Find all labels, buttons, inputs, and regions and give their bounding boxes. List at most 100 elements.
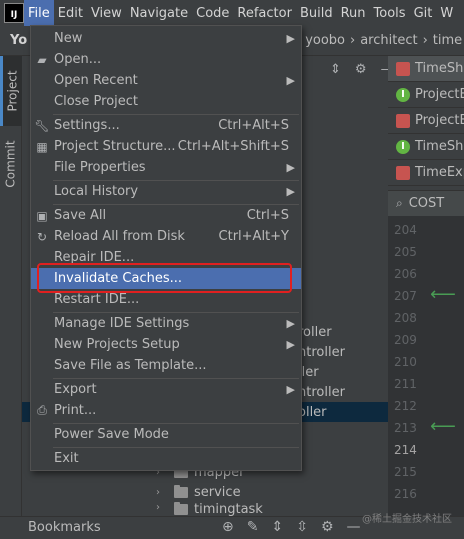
menu-item-new[interactable]: New ▶ <box>31 28 301 49</box>
menu-item-label: Project Structure... <box>54 139 176 154</box>
gear-icon[interactable]: ⚙ <box>355 62 367 77</box>
editor-tab[interactable]: I ProjectB <box>388 82 464 108</box>
annotation-highlight-box <box>37 263 292 293</box>
tree-item-service[interactable]: › service <box>156 482 356 502</box>
menu-view[interactable]: View <box>87 0 126 26</box>
folder-icon <box>174 484 188 498</box>
menu-item-save-all[interactable]: ▣ Save All Ctrl+S <box>31 205 301 226</box>
menu-item-new-projects-setup[interactable]: New Projects Setup ▶ <box>31 334 301 355</box>
menu-item-label: Save File as Template... <box>54 358 207 373</box>
implementation-arrow-icon[interactable]: ⟵ <box>430 418 456 436</box>
print-icon: ⎙ <box>37 403 47 417</box>
menu-item-reload-all[interactable]: ↻ Reload All from Disk Ctrl+Alt+Y <box>31 226 301 247</box>
project-structure-icon: ▦ <box>36 139 48 154</box>
folder-icon <box>174 502 188 515</box>
menu-item-manage-ide-settings[interactable]: Manage IDE Settings ▶ <box>31 313 301 334</box>
bookmarks-toolbar: ⊕ ✎ ⇕ ⇳ ⚙ — <box>222 519 361 535</box>
collapse-all-icon[interactable]: ⇕ <box>271 519 283 535</box>
intellij-logo-icon[interactable]: IJ <box>4 3 24 23</box>
menu-item-shortcut: Ctrl+Alt+Shift+S <box>177 139 289 154</box>
menu-item-power-save-mode[interactable]: Power Save Mode <box>31 424 301 445</box>
menu-item-label: Settings... <box>54 118 120 133</box>
menu-item-open-recent[interactable]: Open Recent ▶ <box>31 70 301 91</box>
menu-item-settings[interactable]: 🔧︎ Settings... Ctrl+Alt+S <box>31 115 301 136</box>
menu-tools[interactable]: Tools <box>370 0 410 26</box>
tree-item[interactable]: roller <box>298 322 388 342</box>
search-input[interactable] <box>408 196 461 211</box>
menu-item-label: Local History <box>54 184 139 199</box>
expand-icon[interactable]: ⇳ <box>296 519 308 535</box>
editor-tab[interactable]: TimeExp <box>388 160 464 186</box>
menu-item-local-history[interactable]: Local History ▶ <box>31 181 301 202</box>
menu-item-export[interactable]: Export ▶ <box>31 379 301 400</box>
menu-refactor[interactable]: Refactor <box>233 0 296 26</box>
menu-item-label: New <box>54 31 83 46</box>
edit-icon[interactable]: ✎ <box>247 519 259 535</box>
gear-icon[interactable]: ⚙ <box>321 519 334 535</box>
tool-tab-commit[interactable]: Commit <box>0 134 22 194</box>
tool-tab-commit-label: Commit <box>4 140 19 188</box>
breadcrumb-item[interactable]: architect <box>360 33 417 48</box>
tree-item[interactable]: ntroller <box>298 382 388 402</box>
bookmarks-label[interactable]: Bookmarks <box>28 520 101 535</box>
implementation-arrow-icon[interactable]: ⟵ <box>430 286 456 304</box>
menu-file[interactable]: File <box>24 0 54 26</box>
minimize-icon[interactable]: — <box>347 519 361 535</box>
tree-item-timingtask[interactable]: › timingtask <box>156 502 356 516</box>
line-number: 216 <box>394 487 417 501</box>
editor-tab-label: TimeExp <box>415 165 464 180</box>
breadcrumb-item[interactable]: yoobo <box>305 33 345 48</box>
menu-item-close-project[interactable]: Close Project <box>31 91 301 112</box>
menu-code[interactable]: Code <box>192 0 233 26</box>
menu-edit[interactable]: Edit <box>54 0 87 26</box>
chevron-right-icon[interactable]: › <box>156 487 168 498</box>
menu-item-project-structure[interactable]: ▦ Project Structure... Ctrl+Alt+Shift+S <box>31 136 301 157</box>
menu-item-print[interactable]: ⎙ Print... <box>31 400 301 421</box>
menu-item-exit[interactable]: Exit <box>31 448 301 469</box>
tool-tab-project[interactable]: Project <box>0 56 22 126</box>
editor-tab-label: ProjectB <box>415 113 464 128</box>
menu-run[interactable]: Run <box>337 0 370 26</box>
menu-item-label: Export <box>54 382 97 397</box>
menu-window[interactable]: W <box>436 0 457 26</box>
menu-item-file-properties[interactable]: File Properties ▶ <box>31 157 301 178</box>
line-number: 204 <box>394 223 417 237</box>
breadcrumb-separator-icon: › <box>422 33 428 48</box>
breadcrumb-item[interactable]: time <box>433 33 462 48</box>
menu-item-label: File Properties <box>54 160 146 175</box>
java-class-icon <box>396 113 410 128</box>
tree-item[interactable]: ntroller <box>298 342 388 362</box>
menu-build[interactable]: Build <box>296 0 337 26</box>
collapse-all-icon[interactable]: ⇕ <box>330 62 341 77</box>
line-number: 206 <box>394 267 417 281</box>
line-number: 213 <box>394 421 417 435</box>
menu-item-open[interactable]: ▰ Open... <box>31 49 301 70</box>
submenu-arrow-icon: ▶ <box>286 32 295 45</box>
file-menu-dropdown: New ▶ ▰ Open... Open Recent ▶ Close Project… <box>30 25 302 471</box>
find-bar: ⌕ <box>388 190 464 216</box>
tool-tab-project-label: Project <box>5 70 20 112</box>
project-name[interactable]: Yo <box>10 33 27 48</box>
menu-item-label: Print... <box>54 403 97 418</box>
chevron-right-icon[interactable]: › <box>156 502 168 513</box>
menu-item-save-as-template[interactable]: Save File as Template... <box>31 355 301 376</box>
submenu-arrow-icon: ▶ <box>286 74 295 87</box>
line-number-current: 214 <box>394 443 417 457</box>
editor-tab[interactable]: TimeShe <box>388 56 464 82</box>
tree-item-label: roller <box>298 324 332 340</box>
search-icon[interactable]: ⌕ <box>396 196 403 211</box>
tree-item[interactable]: ller <box>298 362 388 382</box>
menu-item-label: Exit <box>54 451 79 466</box>
menu-git[interactable]: Git <box>410 0 437 26</box>
menu-item-label: Open... <box>54 52 102 67</box>
submenu-arrow-icon: ▶ <box>286 383 295 396</box>
editor-tab[interactable]: ProjectB <box>388 108 464 134</box>
menu-item-label: Power Save Mode <box>54 427 169 442</box>
editor-tab-label: TimeShe <box>415 61 464 76</box>
add-bookmark-icon[interactable]: ⊕ <box>222 519 234 535</box>
menu-navigate[interactable]: Navigate <box>126 0 192 26</box>
java-interface-icon: I <box>396 139 410 154</box>
editor-tab[interactable]: I TimeShe <box>388 134 464 160</box>
submenu-arrow-icon: ▶ <box>286 161 295 174</box>
tree-item-label: oller <box>298 404 327 420</box>
